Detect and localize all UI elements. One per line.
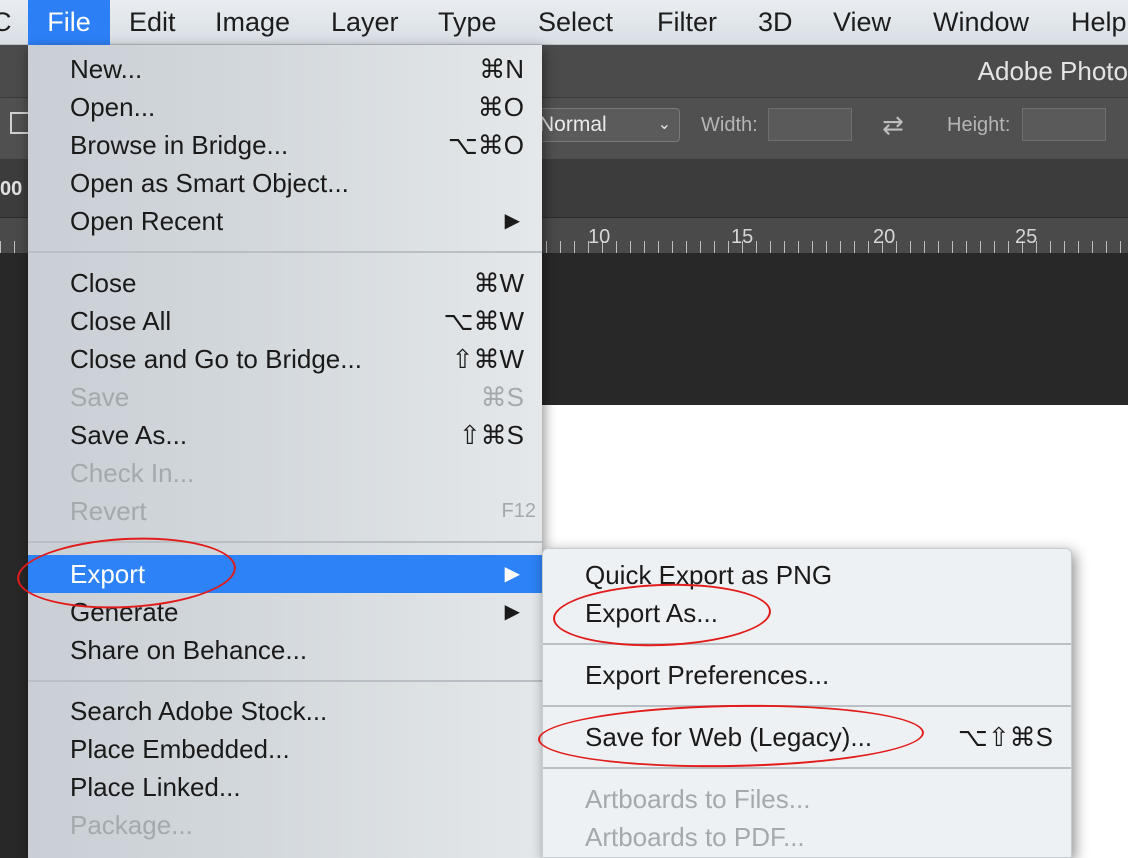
- blend-mode-value: Normal: [539, 113, 607, 136]
- menu-item-label: Save As...: [70, 420, 188, 450]
- menu-item-label: Save for Web (Legacy)...: [585, 722, 873, 752]
- menu-separator: [28, 541, 542, 543]
- ruler-label: 25: [1015, 226, 1038, 248]
- menu-item-label: Place Embedded...: [70, 734, 290, 764]
- menu-item-place-embedded[interactable]: Place Embedded...: [28, 730, 542, 768]
- menu-item-browse-in-bridge[interactable]: Browse in Bridge... ⌥⌘O: [28, 126, 542, 164]
- menu-item-shortcut: ⌥⌘W: [443, 306, 524, 336]
- menu-item-save-for-web-legacy[interactable]: Save for Web (Legacy)... ⌥⇧⌘S: [543, 718, 1071, 756]
- menu-item-save: Save ⌘S: [28, 378, 542, 416]
- file-menu: New... ⌘N Open... ⌘O Browse in Bridge...…: [28, 45, 542, 858]
- menu-item-label: Export: [70, 559, 146, 589]
- swap-arrows-icon[interactable]: ⇄: [882, 108, 904, 142]
- menu-item-check-in: Check In...: [28, 454, 542, 492]
- menu-item-label: Artboards to Files...: [585, 784, 811, 814]
- submenu-arrow-icon: ▶: [504, 210, 520, 232]
- menu-item-label: Artboards to PDF...: [585, 822, 805, 852]
- menu-item-save-as[interactable]: Save As... ⇧⌘S: [28, 416, 542, 454]
- menu-item-close[interactable]: Close ⌘W: [28, 264, 542, 302]
- menubar-filter[interactable]: Filter: [657, 0, 717, 45]
- menu-item-shortcut: ⇧⌘W: [451, 344, 524, 374]
- menu-item-open-recent[interactable]: Open Recent ▶: [28, 202, 542, 240]
- menu-item-shortcut: ⌥⌘O: [447, 130, 524, 160]
- menu-item-share-on-behance[interactable]: Share on Behance...: [28, 631, 542, 669]
- menu-item-artboards-to-files: Artboards to Files...: [543, 780, 1071, 818]
- menu-item-shortcut: ⌘N: [479, 54, 524, 84]
- menubar-window[interactable]: Window: [933, 0, 1029, 45]
- menu-item-label: New...: [70, 54, 143, 84]
- menu-bar: C File Edit Image Layer Type Select Filt…: [0, 0, 1128, 45]
- menu-item-export-preferences[interactable]: Export Preferences...: [543, 656, 1071, 694]
- menu-item-label: Open as Smart Object...: [70, 168, 349, 198]
- menu-item-label: Close All: [70, 306, 172, 336]
- menu-item-shortcut: ⌥⇧⌘S: [957, 722, 1053, 752]
- menu-item-label: Save: [70, 382, 130, 412]
- menu-item-label: Export Preferences...: [585, 660, 830, 690]
- menu-item-label: Quick Export as PNG: [585, 560, 833, 590]
- menubar-3d[interactable]: 3D: [758, 0, 793, 45]
- menu-item-label: Open...: [70, 92, 156, 122]
- menu-item-new[interactable]: New... ⌘N: [28, 50, 542, 88]
- ruler-label: 15: [731, 226, 754, 248]
- width-label: Width:: [701, 114, 758, 136]
- menu-item-open[interactable]: Open... ⌘O: [28, 88, 542, 126]
- ruler-label: 20: [873, 226, 896, 248]
- menu-item-label: Share on Behance...: [70, 635, 308, 665]
- width-field[interactable]: [768, 108, 852, 141]
- menu-separator: [543, 705, 1071, 707]
- menu-item-shortcut: ⇧⌘S: [458, 420, 524, 450]
- menu-item-label: Package...: [70, 810, 193, 840]
- menu-item-label: Export As...: [585, 598, 718, 628]
- menu-item-quick-export-as-png[interactable]: Quick Export as PNG: [543, 556, 1071, 594]
- menu-separator: [543, 767, 1071, 769]
- menu-item-shortcut: F12: [501, 500, 536, 522]
- export-submenu: Quick Export as PNG Export As... Export …: [542, 548, 1072, 858]
- menu-item-label: Check In...: [70, 458, 195, 488]
- menu-item-close-all[interactable]: Close All ⌥⌘W: [28, 302, 542, 340]
- menu-item-close-and-go-to-bridge[interactable]: Close and Go to Bridge... ⇧⌘W: [28, 340, 542, 378]
- menubar-select[interactable]: Select: [538, 0, 613, 45]
- menu-item-open-as-smart-object[interactable]: Open as Smart Object...: [28, 164, 542, 202]
- menu-item-revert: Revert F12: [28, 492, 542, 530]
- menubar-view[interactable]: View: [833, 0, 891, 45]
- menu-item-export-as[interactable]: Export As...: [543, 594, 1071, 632]
- blend-mode-select[interactable]: Normal ⌄: [528, 108, 680, 142]
- ruler-label: 10: [588, 226, 611, 248]
- menu-item-search-adobe-stock[interactable]: Search Adobe Stock...: [28, 692, 542, 730]
- height-label: Height:: [947, 114, 1011, 136]
- menubar-image[interactable]: Image: [215, 0, 290, 45]
- menu-item-export[interactable]: Export ▶: [28, 555, 542, 593]
- menu-separator: [543, 643, 1071, 645]
- chevron-down-icon: ⌄: [657, 116, 671, 133]
- menu-item-label: Place Linked...: [70, 772, 241, 802]
- menu-item-generate[interactable]: Generate ▶: [28, 593, 542, 631]
- menu-item-package: Package...: [28, 806, 542, 844]
- menubar-help[interactable]: Help: [1071, 0, 1127, 45]
- menu-item-label: Browse in Bridge...: [70, 130, 289, 160]
- submenu-arrow-icon: ▶: [504, 601, 520, 623]
- app-title: Adobe Photo: [977, 56, 1128, 86]
- menu-item-label: Close and Go to Bridge...: [70, 344, 362, 374]
- menubar-file[interactable]: File: [28, 0, 110, 45]
- menu-separator: [28, 680, 542, 682]
- height-field[interactable]: [1022, 108, 1106, 141]
- menu-item-label: Close: [70, 268, 137, 298]
- menu-item-shortcut: ⌘O: [477, 92, 524, 122]
- menu-item-shortcut: ⌘S: [480, 382, 524, 412]
- menu-item-label: Revert: [70, 496, 147, 526]
- menu-item-label: Generate: [70, 597, 179, 627]
- menu-separator: [28, 251, 542, 253]
- menu-item-label: Search Adobe Stock...: [70, 696, 328, 726]
- menu-item-label: Open Recent: [70, 206, 224, 236]
- menu-item-place-linked[interactable]: Place Linked...: [28, 768, 542, 806]
- submenu-arrow-icon: ▶: [504, 563, 520, 585]
- menubar-edit[interactable]: Edit: [129, 0, 176, 45]
- menu-item-artboards-to-pdf: Artboards to PDF...: [543, 818, 1071, 856]
- menubar-layer[interactable]: Layer: [331, 0, 399, 45]
- zoom-level: 00: [0, 178, 23, 200]
- menubar-type[interactable]: Type: [438, 0, 497, 45]
- menubar-app-name[interactable]: C: [0, 0, 12, 45]
- menu-item-shortcut: ⌘W: [473, 268, 524, 298]
